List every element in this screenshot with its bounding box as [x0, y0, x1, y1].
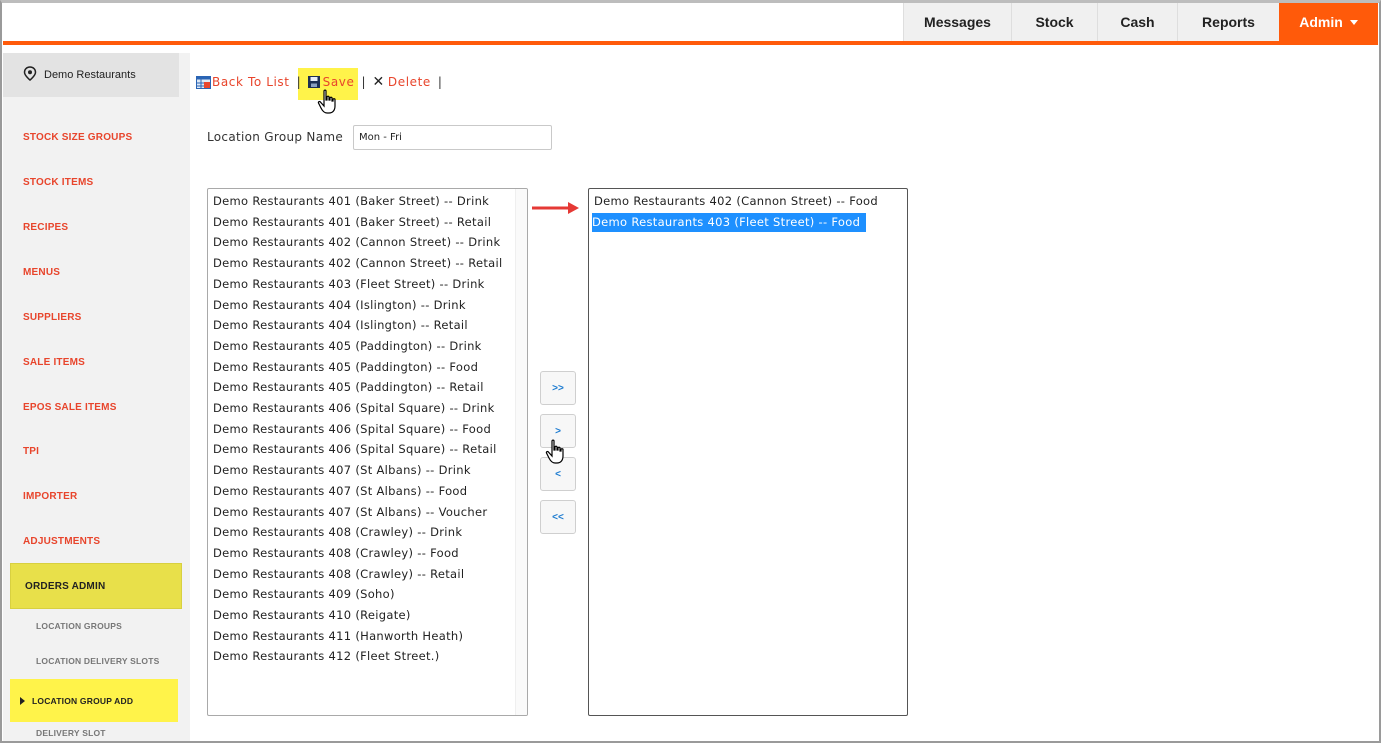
caret-down-icon [1349, 19, 1358, 25]
list-option[interactable]: Demo Restaurants 402 (Cannon Street) -- … [594, 192, 878, 211]
selected-locations-list[interactable]: Demo Restaurants 402 (Cannon Street) -- … [588, 188, 908, 716]
hand-cursor-icon [545, 439, 564, 464]
scrollbar[interactable] [515, 189, 527, 715]
list-option[interactable]: Demo Restaurants 404 (Islington) -- Reta… [213, 316, 468, 335]
separator: | [361, 75, 366, 89]
sidebar-item-recipes[interactable]: RECIPES [3, 212, 181, 242]
sidebar-item-tpi[interactable]: TPI [3, 436, 181, 466]
sidebar-subitem-location-delivery-slots[interactable]: LOCATION DELIVERY SLOTS [3, 650, 181, 672]
list-option[interactable]: Demo Restaurants 408 (Crawley) -- Retail [213, 565, 464, 584]
nav-admin-label: Admin [1299, 14, 1343, 30]
delete-button[interactable]: ✕ Delete [373, 74, 431, 90]
nav-messages-label: Messages [924, 14, 991, 30]
location-pin-icon [23, 66, 37, 84]
available-locations-list[interactable]: Demo Restaurants 401 (Baker Street) -- D… [207, 188, 528, 716]
save-button[interactable]: Save [307, 75, 355, 89]
list-option[interactable]: Demo Restaurants 409 (Soho) [213, 585, 395, 604]
list-option[interactable]: Demo Restaurants 402 (Cannon Street) -- … [213, 233, 500, 252]
sidebar-item-menus[interactable]: MENUS [3, 257, 181, 287]
list-option[interactable]: Demo Restaurants 406 (Spital Square) -- … [213, 399, 495, 418]
location-group-name-label: Location Group Name [207, 130, 344, 144]
back-to-list-link[interactable]: Back To List [196, 75, 290, 89]
sidebar-item-epos-sale-items[interactable]: EPOS SALE ITEMS [3, 392, 181, 422]
sidebar-item-stock-items[interactable]: STOCK ITEMS [3, 167, 181, 197]
sidebar-item-suppliers[interactable]: SUPPLIERS [3, 302, 181, 332]
list-option[interactable]: Demo Restaurants 405 (Paddington) -- Ret… [213, 378, 484, 397]
list-option[interactable]: Demo Restaurants 408 (Crawley) -- Food [213, 544, 459, 563]
grid-list-icon [196, 75, 211, 89]
nav-cash[interactable]: Cash [1097, 3, 1177, 41]
list-option-selected[interactable]: Demo Restaurants 403 (Fleet Street) -- F… [592, 212, 867, 232]
list-option[interactable]: Demo Restaurants 404 (Islington) -- Drin… [213, 296, 466, 315]
list-option[interactable]: Demo Restaurants 411 (Hanworth Heath) [213, 627, 463, 646]
caret-right-icon [20, 696, 25, 705]
sidebar-subitem-location-group-add[interactable]: LOCATION GROUP ADD [10, 679, 178, 722]
list-option[interactable]: Demo Restaurants 412 (Fleet Street.) [213, 647, 440, 666]
list-option[interactable]: Demo Restaurants 401 (Baker Street) -- D… [213, 192, 489, 211]
list-option[interactable]: Demo Restaurants 403 (Fleet Street) -- D… [213, 275, 485, 294]
sidebar: Demo Restaurants STOCK SIZE GROUPS STOCK… [3, 53, 190, 741]
sidebar-header[interactable]: Demo Restaurants [3, 53, 179, 97]
nav-messages[interactable]: Messages [903, 3, 1011, 41]
delete-label: Delete [387, 75, 431, 89]
list-option[interactable]: Demo Restaurants 410 (Reigate) [213, 606, 411, 625]
hand-cursor-icon [317, 89, 336, 114]
list-option[interactable]: Demo Restaurants 408 (Crawley) -- Drink [213, 523, 462, 542]
floppy-disk-icon [307, 76, 320, 88]
nav-stock-label: Stock [1035, 14, 1074, 30]
nav-reports[interactable]: Reports [1177, 3, 1279, 41]
close-x-icon: ✕ [372, 74, 385, 90]
move-all-left-button[interactable]: << [540, 500, 576, 534]
location-group-name-input[interactable] [353, 125, 552, 150]
separator: | [437, 75, 442, 89]
list-option[interactable]: Demo Restaurants 406 (Spital Square) -- … [213, 440, 497, 459]
sidebar-subitem-location-groups[interactable]: LOCATION GROUPS [3, 615, 181, 637]
move-all-right-button[interactable]: >> [540, 371, 576, 405]
separator: | [296, 75, 301, 89]
list-option[interactable]: Demo Restaurants 402 (Cannon Street) -- … [213, 254, 503, 273]
nav-cash-label: Cash [1120, 14, 1155, 30]
back-to-list-label: Back To List [212, 75, 290, 89]
sidebar-item-adjustments[interactable]: ADJUSTMENTS [3, 526, 181, 556]
sidebar-subitem-delivery-slot[interactable]: DELIVERY SLOT [3, 722, 181, 743]
sidebar-item-orders-admin[interactable]: ORDERS ADMIN [10, 563, 182, 609]
sidebar-item-sale-items[interactable]: SALE ITEMS [3, 347, 181, 377]
list-option[interactable]: Demo Restaurants 407 (St Albans) -- Food [213, 482, 467, 501]
sidebar-header-label: Demo Restaurants [44, 69, 136, 81]
list-option[interactable]: Demo Restaurants 405 (Paddington) -- Foo… [213, 358, 478, 377]
sidebar-subitem-label: LOCATION GROUP ADD [32, 695, 134, 706]
nav-reports-label: Reports [1202, 14, 1255, 30]
list-option[interactable]: Demo Restaurants 407 (St Albans) -- Vouc… [213, 503, 487, 522]
nav-admin-dropdown[interactable]: Admin [1279, 3, 1378, 41]
list-option[interactable]: Demo Restaurants 401 (Baker Street) -- R… [213, 213, 491, 232]
save-label: Save [322, 75, 355, 89]
list-option[interactable]: Demo Restaurants 406 (Spital Square) -- … [213, 420, 491, 439]
accent-line [3, 41, 1378, 45]
list-option[interactable]: Demo Restaurants 405 (Paddington) -- Dri… [213, 337, 482, 356]
list-option[interactable]: Demo Restaurants 407 (St Albans) -- Drin… [213, 461, 471, 480]
nav-stock[interactable]: Stock [1011, 3, 1097, 41]
sidebar-item-importer[interactable]: IMPORTER [3, 481, 181, 511]
sidebar-item-stock-size-groups[interactable]: STOCK SIZE GROUPS [3, 122, 181, 152]
red-arrow-annotation [532, 202, 579, 214]
